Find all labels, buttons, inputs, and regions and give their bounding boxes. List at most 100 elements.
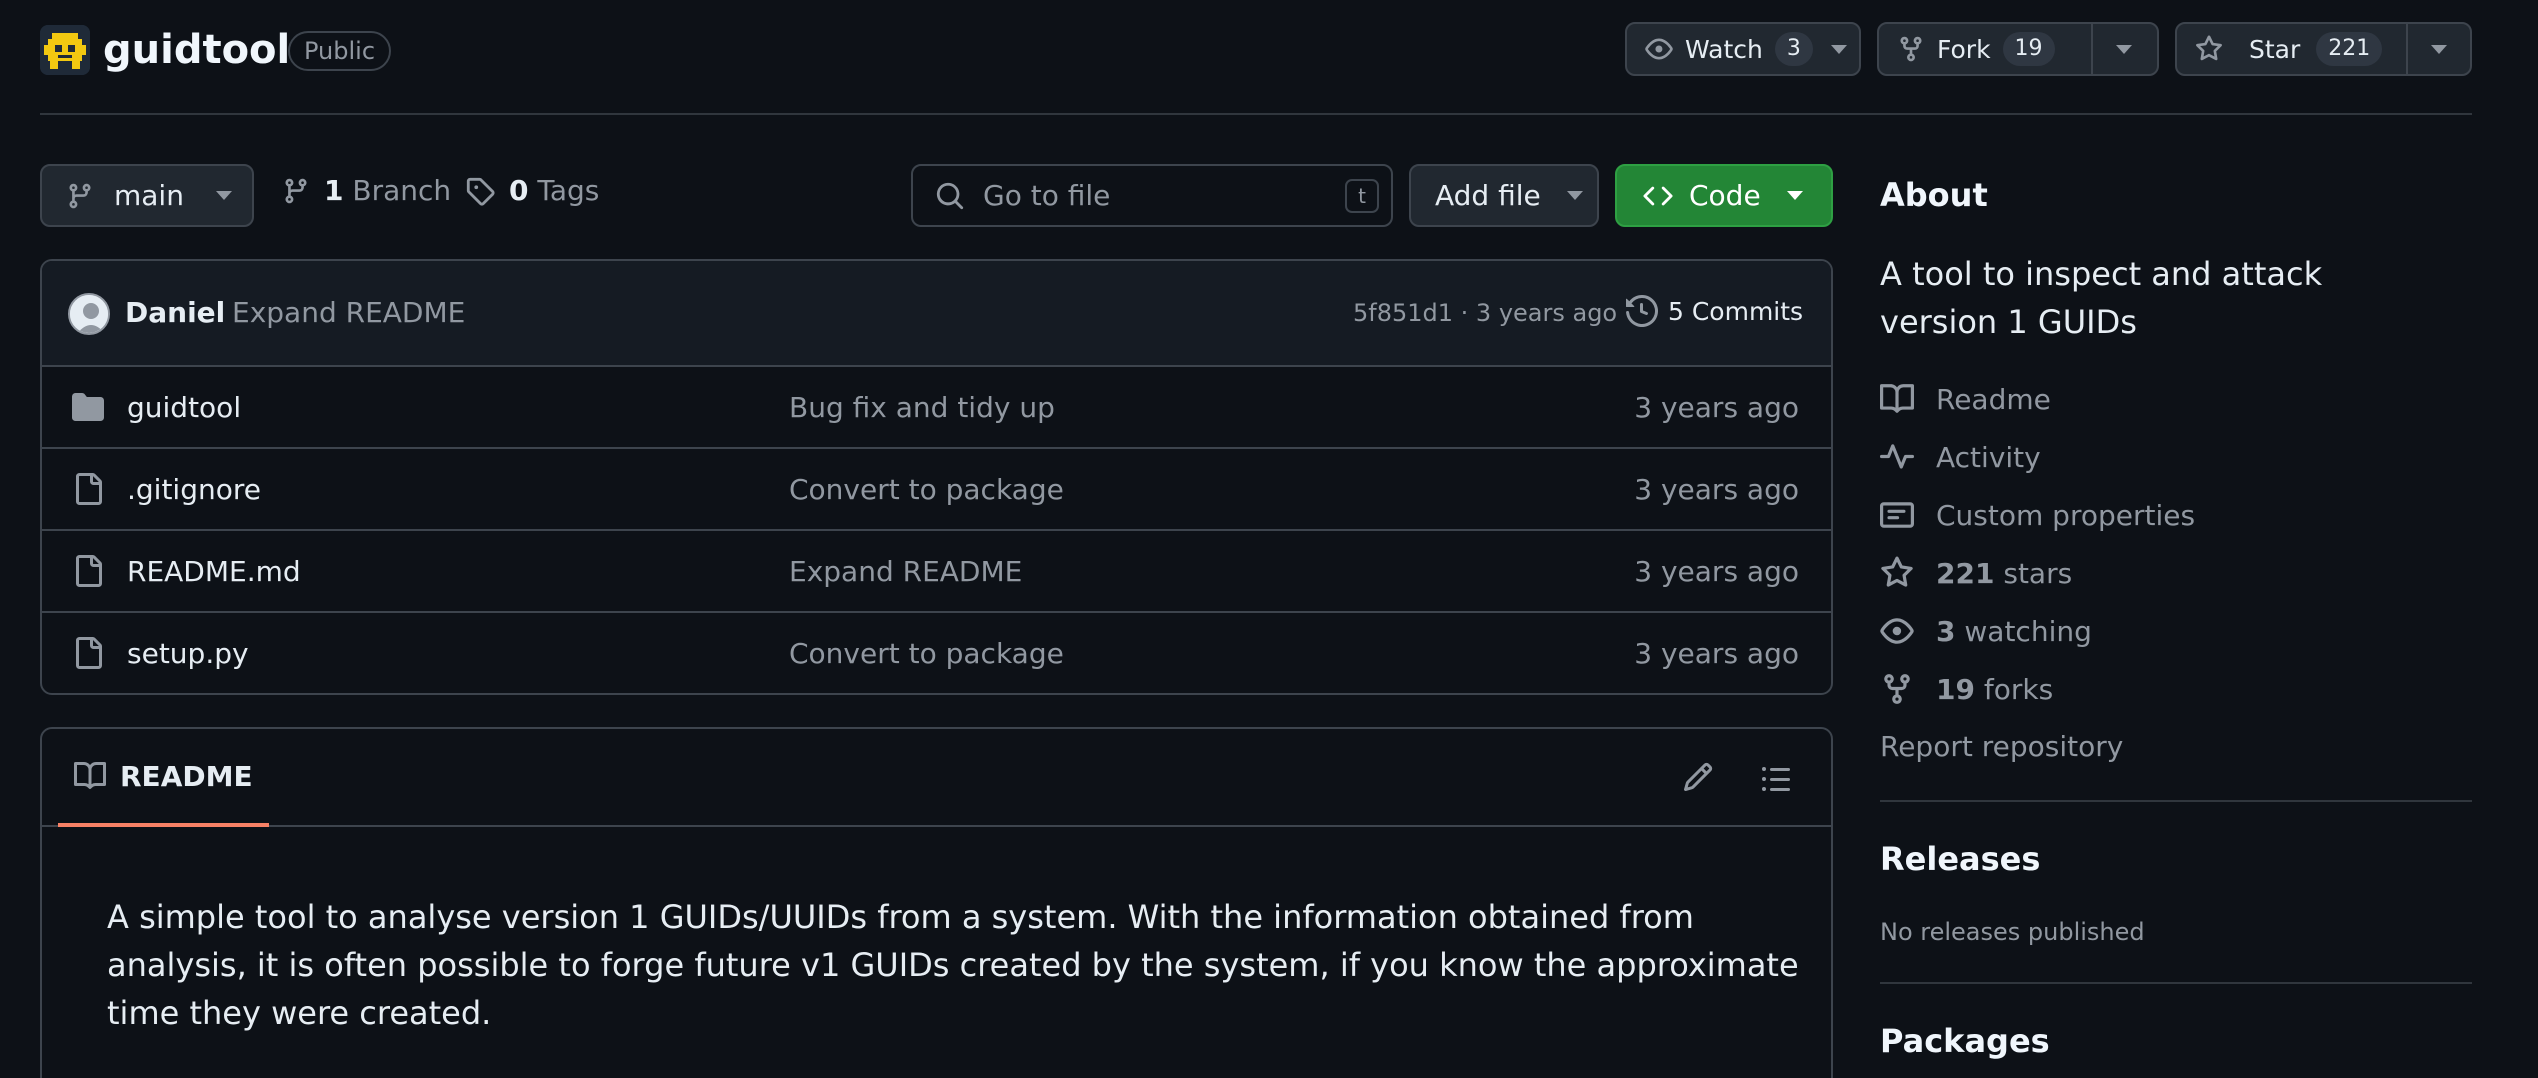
table-row[interactable]: setup.py Convert to package 3 years ago: [42, 613, 1831, 693]
watch-button[interactable]: Watch 3: [1627, 24, 1819, 74]
stars-label: stars: [2003, 556, 2073, 590]
star-label: Star: [2249, 34, 2301, 64]
sidebar-item-custom-properties[interactable]: Custom properties: [1880, 498, 2195, 532]
commit-author[interactable]: Daniel: [125, 296, 225, 329]
file-name[interactable]: setup.py: [127, 637, 249, 670]
packages-heading[interactable]: Packages: [1880, 1022, 2050, 1060]
commit-message[interactable]: Expand README: [232, 296, 465, 329]
releases-heading[interactable]: Releases: [1880, 840, 2040, 878]
file-commit-message[interactable]: Convert to package: [789, 473, 1064, 506]
list-icon[interactable]: [1760, 763, 1792, 795]
sidebar-item-label: Custom properties: [1936, 498, 2196, 532]
sidebar-item-readme[interactable]: Readme: [1880, 382, 2051, 416]
table-row[interactable]: .gitignore Convert to package 3 years ag…: [42, 449, 1831, 531]
sidebar-item-stars[interactable]: 221 stars: [1880, 556, 2072, 590]
file-commit-message[interactable]: Bug fix and tidy up: [789, 391, 1055, 424]
code-icon: [1643, 186, 1673, 205]
branch-selector[interactable]: main: [40, 164, 254, 227]
table-row[interactable]: README.md Expand README 3 years ago: [42, 531, 1831, 613]
watch-label: Watch: [1685, 34, 1763, 64]
forks-label: forks: [1983, 672, 2054, 706]
chevron-down-icon: [1786, 191, 1803, 200]
owner-avatar[interactable]: [40, 25, 90, 75]
about-description: A tool to inspect and attack version 1 G…: [1880, 255, 2323, 341]
file-time: 3 years ago: [1634, 637, 1799, 670]
tags-count: 0: [509, 174, 529, 207]
branches-count: 1: [324, 174, 344, 207]
file-table: Daniel Expand README 5f851d1 · 3 years a…: [40, 259, 1833, 695]
watch-count: 3: [1774, 32, 1813, 66]
latest-commit-row: Daniel Expand README 5f851d1 · 3 years a…: [42, 261, 1831, 367]
commit-hash-time[interactable]: 5f851d1 · 3 years ago: [1353, 299, 1617, 327]
commits-link[interactable]: 5 Commits: [1626, 295, 1803, 327]
file-icon: [76, 555, 102, 587]
go-to-file-input[interactable]: Go to file t: [911, 164, 1393, 227]
table-row[interactable]: guidtool Bug fix and tidy up 3 years ago: [42, 367, 1831, 449]
pulse-icon: [1880, 444, 1914, 469]
stars-count: 221: [1936, 556, 1995, 590]
user-avatar-icon: [70, 295, 108, 333]
fork-button-group: Fork 19: [1877, 22, 2159, 76]
file-icon: [76, 637, 102, 669]
branch-icon: [69, 183, 91, 208]
divider: [1880, 982, 2472, 984]
branches-link[interactable]: 1 Branch: [282, 174, 451, 207]
file-name[interactable]: README.md: [127, 555, 301, 588]
avatar[interactable]: [68, 293, 110, 335]
sidebar-item-watching[interactable]: 3 watching: [1880, 614, 2092, 648]
book-icon: [1880, 384, 1914, 413]
branches-label: Branch: [352, 174, 452, 207]
file-commit-message[interactable]: Convert to package: [789, 637, 1064, 670]
watching-label: watching: [1964, 614, 2092, 648]
watch-dropdown[interactable]: [1819, 24, 1859, 74]
report-label: Report repository: [1880, 730, 2124, 763]
report-repository-link[interactable]: Report repository: [1880, 730, 2123, 763]
file-icon: [76, 473, 102, 505]
readme-tab-label: README: [120, 759, 253, 793]
chevron-down-icon: [215, 191, 232, 200]
chevron-down-icon: [2116, 44, 2132, 54]
tags-link[interactable]: 0 Tags: [465, 174, 599, 207]
sidebar-item-activity[interactable]: Activity: [1880, 440, 2041, 474]
commits-label: 5 Commits: [1668, 296, 1804, 326]
fork-icon: [1900, 36, 1922, 62]
star-button[interactable]: Star 221: [2177, 24, 2408, 74]
sidebar-item-forks[interactable]: 19 forks: [1880, 672, 2053, 706]
note-icon: [1880, 502, 1914, 528]
search-icon: [936, 182, 964, 209]
tag-icon: [466, 177, 495, 206]
eye-icon: [1880, 618, 1914, 644]
tab-readme[interactable]: README: [58, 729, 269, 827]
readme-header: README: [42, 729, 1831, 827]
repo-name[interactable]: guidtool: [103, 22, 290, 78]
readme-panel: README A simple tool to analyse version …: [40, 727, 1833, 1078]
file-time: 3 years ago: [1634, 555, 1799, 588]
pencil-icon[interactable]: [1682, 761, 1714, 793]
add-file-button[interactable]: Add file: [1409, 164, 1599, 227]
history-icon: [1626, 295, 1658, 327]
tags-label: Tags: [537, 174, 600, 207]
watch-button-group: Watch 3: [1625, 22, 1861, 76]
code-button[interactable]: Code: [1615, 164, 1833, 227]
file-name[interactable]: guidtool: [127, 391, 241, 424]
file-name[interactable]: .gitignore: [127, 473, 261, 506]
chevron-down-icon: [2431, 44, 2447, 54]
keyboard-shortcut-hint: t: [1345, 179, 1379, 213]
chevron-down-icon: [1566, 191, 1583, 200]
fork-button[interactable]: Fork 19: [1879, 24, 2093, 74]
branch-icon: [285, 178, 307, 203]
star-dropdown[interactable]: [2408, 24, 2470, 74]
visibility-badge: Public: [288, 31, 392, 71]
file-time: 3 years ago: [1634, 473, 1799, 506]
fork-dropdown[interactable]: [2093, 24, 2155, 74]
file-commit-message[interactable]: Expand README: [789, 555, 1022, 588]
fork-count: 19: [2002, 32, 2055, 66]
add-file-label: Add file: [1435, 179, 1541, 212]
about-heading: About: [1880, 176, 1988, 214]
sidebar-item-label: Activity: [1936, 440, 2041, 474]
watching-count: 3: [1936, 614, 1956, 648]
book-icon: [74, 761, 106, 789]
sidebar-item-label: Readme: [1936, 382, 2051, 416]
eye-icon: [1645, 38, 1673, 60]
star-icon: [1881, 556, 1913, 587]
